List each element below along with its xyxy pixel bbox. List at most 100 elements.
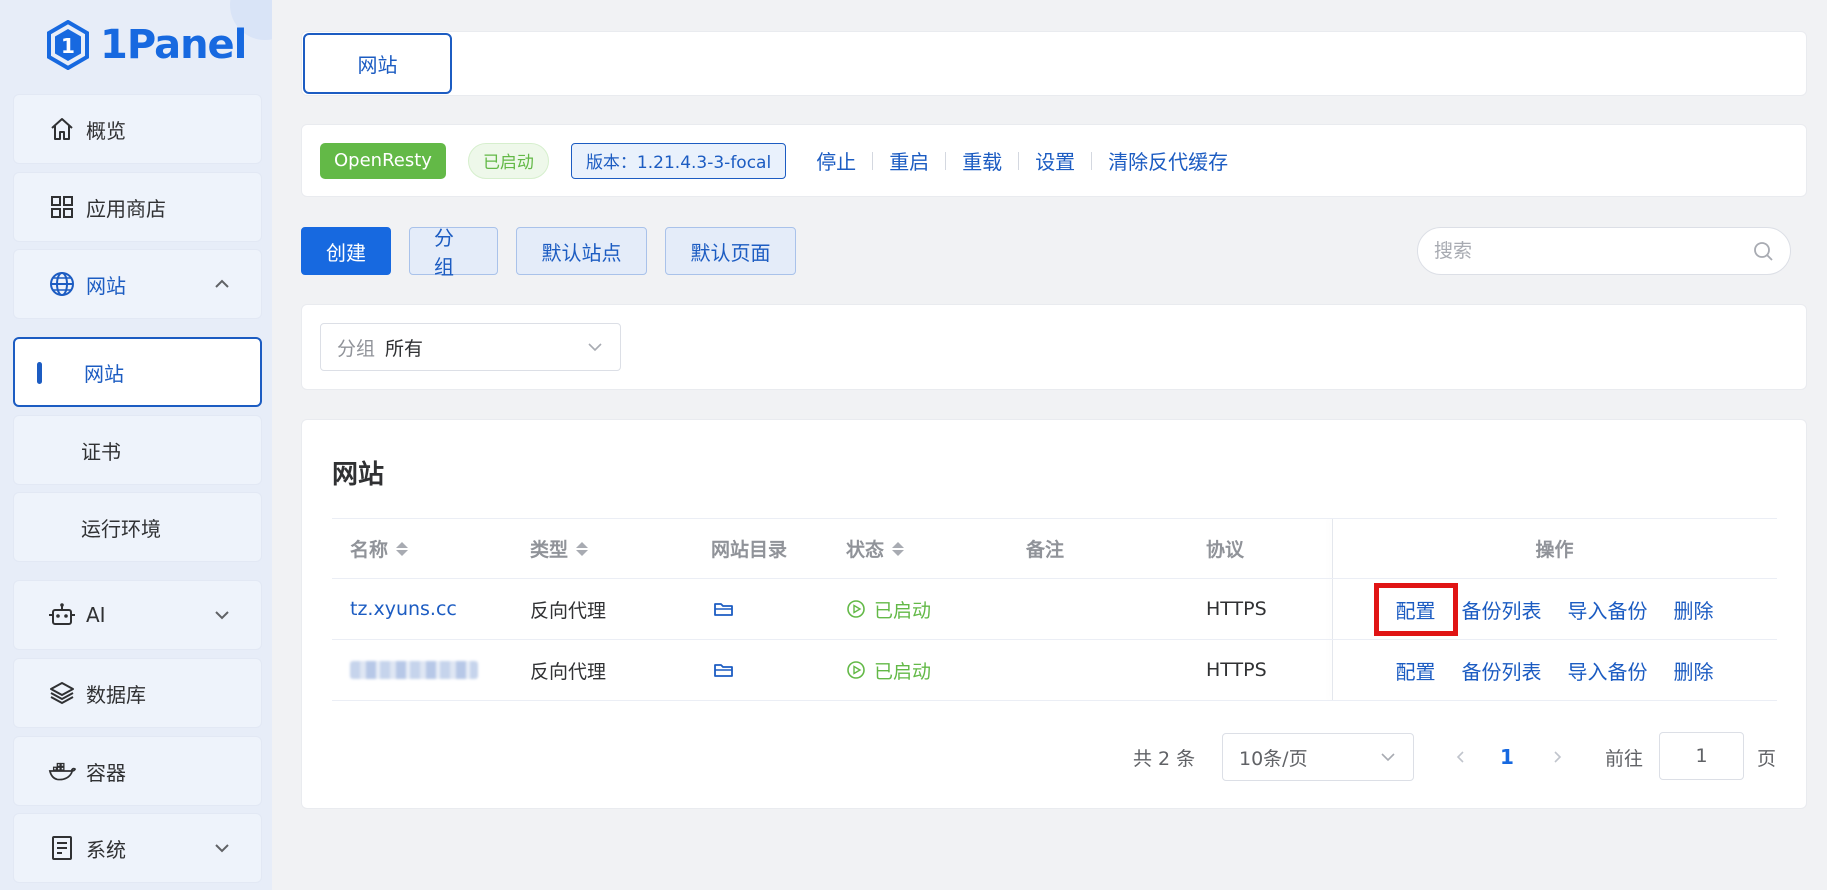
sidebar-item-overview[interactable]: 概览 [13,94,262,164]
default-page-button[interactable]: 默认页面 [665,227,796,275]
reload-button[interactable]: 重载 [946,146,1018,175]
sidebar-item-app-store[interactable]: 应用商店 [13,172,262,242]
sidebar-item-runtime[interactable]: 运行环境 [13,492,262,562]
site-dir[interactable] [711,640,831,700]
sort-icon[interactable] [576,541,589,556]
robot-icon [48,601,76,629]
search-input[interactable] [1434,240,1752,262]
default-site-button[interactable]: 默认站点 [516,227,647,275]
pagination-total: 共 2 条 [1133,747,1196,770]
column-header-ops: 操作 [1535,539,1574,561]
group-filter-select[interactable]: 分组 所有 [320,323,621,371]
table-header: 名称 类型 网站目录 状态 备注 协议 操作 [332,518,1777,579]
sidebar-item-label: 数据库 [86,682,146,707]
sidebar-item-certificates[interactable]: 证书 [13,415,262,485]
sidebar: 1 1Panel 概览 应用商店 网站 网站 证书 运行环境 AI 数据库 容器… [0,0,272,890]
sidebar-item-label: 运行环境 [81,516,161,541]
sidebar-item-system[interactable]: 系统 [13,813,262,883]
chevron-down-icon [215,844,229,853]
delete-button[interactable]: 删除 [1674,656,1714,685]
sidebar-item-label: 网站 [84,361,124,386]
import-backup-button[interactable]: 导入备份 [1568,656,1648,685]
row-actions: 配置 备份列表 导入备份 删除 [1332,579,1777,639]
version-tag: 版本：1.21.4.3-3-focal [570,142,787,179]
goto-page-input[interactable] [1659,732,1744,780]
column-header-note: 备注 [1026,539,1065,561]
delete-button[interactable]: 删除 [1674,595,1714,624]
openresty-actions: 停止 重启 重载 设置 清除反代缓存 [800,146,1244,175]
site-note[interactable] [1026,640,1186,700]
goto-label: 前往 [1605,747,1644,770]
grid-icon [48,193,76,221]
search-icon[interactable] [1752,240,1774,262]
column-label: 类型 [530,539,569,561]
backup-list-button[interactable]: 备份列表 [1462,656,1542,685]
redacted-site-name[interactable] [350,661,478,679]
config-button[interactable]: 配置 [1373,582,1458,636]
status-badge: 已启动 [467,142,549,179]
backup-list-button[interactable]: 备份列表 [1462,595,1542,624]
search-box [1417,227,1791,275]
sidebar-item-website-list[interactable]: 网站 [13,337,262,407]
column-header-name[interactable]: 名称 [350,519,520,578]
create-button[interactable]: 创建 [301,227,391,275]
sidebar-item-label: 容器 [86,760,126,785]
chevron-down-icon [588,343,602,352]
column-header-status[interactable]: 状态 [846,519,1006,578]
column-header-dir: 网站目录 [711,539,788,561]
sidebar-item-label: 概览 [86,118,126,143]
site-protocol: HTTPS [1206,598,1267,620]
page-size-select[interactable]: 10条/页 [1222,733,1414,781]
page-number-1[interactable]: 1 [1500,733,1514,781]
logo[interactable]: 1 1Panel [46,16,247,74]
table-title: 网站 [332,460,385,490]
site-name[interactable]: tz.xyuns.cc [350,598,457,620]
site-status[interactable]: 已启动 [846,579,1006,639]
sidebar-item-containers[interactable]: 容器 [13,736,262,806]
logo-icon: 1 [47,20,89,70]
play-circle-icon [847,661,865,679]
sidebar-item-label: 证书 [81,439,121,464]
tab-websites[interactable]: 网站 [303,33,452,94]
globe-icon [48,270,76,298]
next-page-button[interactable] [1544,744,1570,770]
folder-icon[interactable] [713,600,735,618]
sort-icon[interactable] [892,541,905,556]
openresty-status-bar: OpenResty 已启动 版本：1.21.4.3-3-focal 停止 重启 … [301,124,1807,197]
sort-icon[interactable] [396,541,409,556]
column-label: 名称 [350,539,389,561]
brand-name: 1Panel [100,22,247,68]
stop-button[interactable]: 停止 [800,146,872,175]
page-size-value: 10条/页 [1239,747,1308,770]
sidebar-item-websites[interactable]: 网站 [13,249,262,319]
settings-button[interactable]: 设置 [1019,146,1091,175]
prev-page-button[interactable] [1448,744,1474,770]
folder-icon[interactable] [713,661,735,679]
chevron-up-icon [215,279,229,288]
group-button[interactable]: 分组 [409,226,498,279]
column-header-type[interactable]: 类型 [530,519,700,578]
chevron-right-icon [1554,751,1562,763]
sidebar-item-ai[interactable]: AI [13,580,262,650]
column-header-protocol: 协议 [1206,539,1245,561]
row-actions: 配置 备份列表 导入备份 删除 [1332,640,1777,700]
active-indicator [37,362,42,384]
config-button[interactable]: 配置 [1396,656,1436,685]
site-status[interactable]: 已启动 [846,640,1006,700]
filter-bar: 分组 所有 [301,304,1807,390]
site-name-link[interactable] [350,640,520,700]
chevron-down-icon [215,611,229,620]
site-type: 反向代理 [530,660,607,683]
clear-proxy-cache-button[interactable]: 清除反代缓存 [1092,146,1244,175]
layers-icon [48,679,76,707]
sidebar-item-database[interactable]: 数据库 [13,658,262,728]
websites-table: 名称 类型 网站目录 状态 备注 协议 操作 tz.xyuns.cc 反向代理 [332,518,1777,701]
site-dir[interactable] [711,579,831,639]
docker-icon [48,757,76,785]
restart-button[interactable]: 重启 [873,146,945,175]
site-name-link[interactable]: tz.xyuns.cc [350,579,520,639]
import-backup-button[interactable]: 导入备份 [1568,595,1648,624]
site-note[interactable] [1026,579,1186,639]
goto-unit: 页 [1757,747,1777,770]
group-filter-label: 分组 [337,337,376,360]
